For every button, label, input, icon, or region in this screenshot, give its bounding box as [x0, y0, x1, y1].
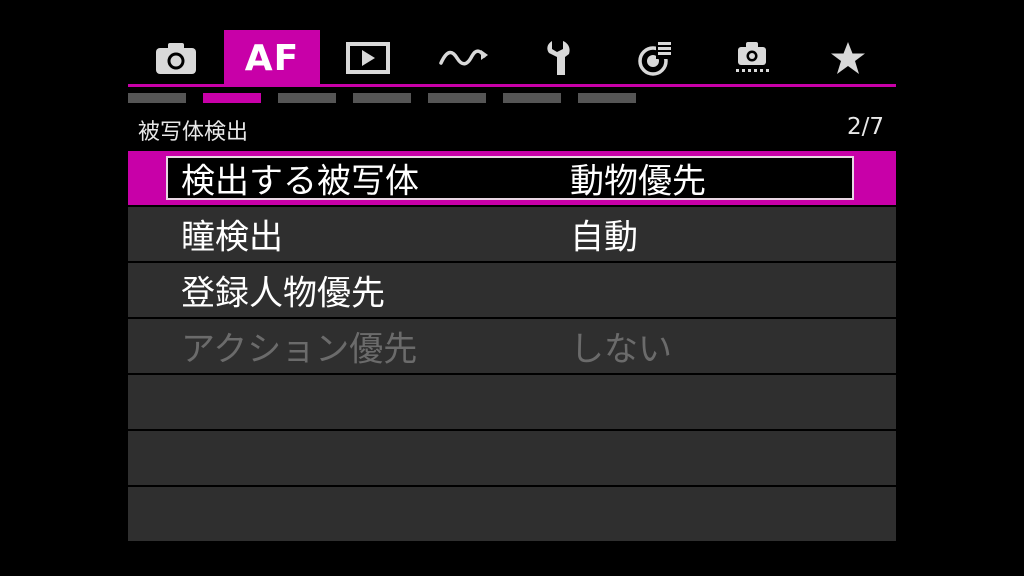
- menu-list: 検出する被写体 動物優先 瞳検出 自動 登録人物優先 アクション優先 しない: [128, 151, 896, 543]
- tab-custom[interactable]: [704, 30, 800, 86]
- menu-item-value: 自動: [570, 217, 638, 258]
- page-segment: [428, 93, 486, 103]
- tab-af[interactable]: AF: [224, 30, 320, 86]
- page-segment: [503, 93, 561, 103]
- menu-item-registered-person-priority[interactable]: 登録人物優先: [128, 263, 896, 317]
- menu-item-value: 動物優先: [570, 161, 706, 202]
- wrench-icon: [543, 39, 577, 77]
- menu-item-empty: [128, 487, 896, 541]
- star-icon: [829, 40, 867, 76]
- section-title: 被写体検出: [138, 120, 249, 145]
- network-icon: [636, 39, 676, 77]
- custom-icon: [732, 39, 772, 77]
- tab-camera[interactable]: [128, 30, 224, 86]
- menu-item-label: 登録人物優先: [181, 273, 385, 314]
- tab-network[interactable]: [608, 30, 704, 86]
- menu-item-label: 検出する被写体: [181, 161, 419, 202]
- camera-icon: [154, 41, 198, 75]
- tab-playback[interactable]: [320, 30, 416, 86]
- page-segment: [578, 93, 636, 103]
- page-number: 2/7: [846, 114, 884, 140]
- menu-item-label: アクション優先: [181, 329, 418, 370]
- wave-icon: [438, 46, 490, 70]
- tab-setup[interactable]: [512, 30, 608, 86]
- tab-my-menu[interactable]: [800, 30, 896, 86]
- tab-function[interactable]: [416, 30, 512, 86]
- page-segment: [278, 93, 336, 103]
- menu-tab-bar: AF: [128, 30, 896, 86]
- menu-item-value: しない: [570, 329, 672, 370]
- tab-af-label: AF: [244, 37, 300, 79]
- menu-item-subject-to-detect[interactable]: 検出する被写体 動物優先: [128, 151, 896, 205]
- page-indicator: [128, 93, 653, 103]
- page-segment: [128, 93, 186, 103]
- menu-item-empty: [128, 375, 896, 429]
- playback-icon: [345, 41, 391, 75]
- menu-item-label: 瞳検出: [181, 217, 283, 258]
- page-segment: [353, 93, 411, 103]
- tab-underline: [128, 84, 896, 87]
- camera-menu-screen: AF 被写体検出 2/7 検出する被写体 動物優先 瞳検出 自動 登録人物優先 …: [0, 0, 1024, 576]
- menu-item-action-priority: アクション優先 しない: [128, 319, 896, 373]
- menu-item-empty: [128, 431, 896, 485]
- menu-item-eye-detection[interactable]: 瞳検出 自動: [128, 207, 896, 261]
- page-segment-active: [203, 93, 261, 103]
